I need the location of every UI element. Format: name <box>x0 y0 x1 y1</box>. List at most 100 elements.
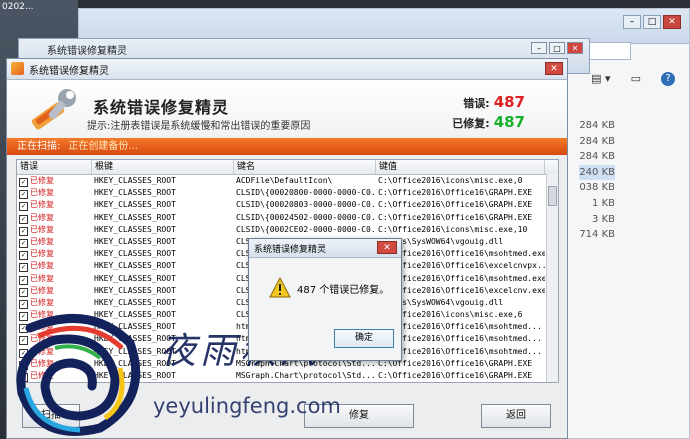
row-checkbox[interactable]: ✓ <box>19 190 28 200</box>
dialog-close-button[interactable]: ✕ <box>377 241 397 254</box>
status-cell: ✓ 已修复 <box>17 212 92 224</box>
fixed-status: 已修复 <box>30 273 54 283</box>
wrench-logo-icon <box>31 89 76 130</box>
status-cell: ✓ 已修复 <box>17 260 92 273</box>
scrollbar-thumb[interactable] <box>548 186 557 206</box>
fix-complete-dialog: 系统错误修复精灵 ✕ 487 个错误已修复。 确定 <box>248 238 402 361</box>
root-key-cell: HKEY_CLASSES_ROOT <box>94 236 176 246</box>
file-size: 240 KB <box>579 164 615 181</box>
key-name-cell: CLSID\{0002CE02-0000-0000-C0... <box>236 224 376 234</box>
fixed-status: 已修复 <box>30 200 54 210</box>
scan-value: 正在创建备份... <box>68 141 138 152</box>
back-window-title: 系统错误修复精灵 <box>47 46 127 57</box>
maximize-button[interactable]: □ <box>549 42 565 54</box>
row-checkbox[interactable]: ✓ <box>19 202 28 212</box>
table-row[interactable]: ✓ 已修复 HKEY_CLASSES_ROOT CLSID\{00024502-000… <box>17 212 558 224</box>
status-cell: ✓ 已修复 <box>17 248 92 261</box>
row-checkbox[interactable]: ✓ <box>19 251 28 261</box>
table-row[interactable]: ✓ 已修复 HKEY_CLASSES_ROOT CLSID\{00020800-000… <box>17 187 558 200</box>
key-name-cell: ACDFile\DefaultIcon\ <box>236 176 333 185</box>
table-row[interactable]: ✓ 已修复 HKEY_CLASSES_ROOT ACDFile\DefaultIcon… <box>17 175 558 187</box>
root-key-cell: HKEY_CLASSES_ROOT <box>94 176 176 185</box>
fixed-count: 487 <box>493 113 525 131</box>
key-value-cell: C:\Office2016\Office16\GRAPH.EXE <box>378 200 533 210</box>
dialog-title: 系统错误修复精灵 <box>254 245 327 255</box>
column-header-root-key[interactable]: 根键 <box>92 160 234 174</box>
file-size: 1 KB <box>592 197 615 209</box>
row-checkbox[interactable]: ✓ <box>19 178 28 187</box>
status-cell: ✓ 已修复 <box>17 224 92 236</box>
fixed-status: 已修复 <box>30 212 54 222</box>
root-key-cell: HKEY_CLASSES_ROOT <box>94 200 176 210</box>
file-size: 284 KB <box>579 120 615 131</box>
errors-stat: 错误: 487 <box>463 93 525 111</box>
row-checkbox[interactable]: ✓ <box>19 238 28 248</box>
fixed-status: 已修复 <box>30 297 54 307</box>
watermark-logo-icon <box>16 313 141 436</box>
desktop-label: 0202... <box>2 2 34 12</box>
header-banner: 系统错误修复精灵 提示:注册表错误是系统缓慢和常出错误的重要原因 错误: 487 … <box>7 80 567 138</box>
root-key-cell: HKEY_CLASSES_ROOT <box>94 285 176 295</box>
column-header-key-name[interactable]: 键名 <box>234 160 376 174</box>
fixed-stat: 已修复: 487 <box>452 113 525 131</box>
root-key-cell: HKEY_CLASSES_ROOT <box>94 249 176 259</box>
dialog-titlebar: 系统错误修复精灵 ✕ <box>249 239 401 258</box>
fixed-status: 已修复 <box>30 285 54 295</box>
main-window-title: 系统错误修复精灵 <box>29 66 109 77</box>
watermark-en: yeyulingfeng.com <box>153 394 341 418</box>
layout-icon[interactable]: ▭ <box>631 72 641 86</box>
close-button[interactable]: ✕ <box>567 42 583 54</box>
row-checkbox[interactable]: ✓ <box>19 263 28 273</box>
key-name-cell: CLSID\{00020803-0000-0000-C0... <box>236 200 376 210</box>
fixed-label: 已修复: <box>452 117 490 130</box>
file-size: 284 KB <box>579 135 615 147</box>
ok-button[interactable]: 确定 <box>334 329 394 348</box>
vertical-scrollbar[interactable] <box>546 174 558 382</box>
root-key-cell: HKEY_CLASSES_ROOT <box>94 188 176 198</box>
file-size: 714 KB <box>579 229 615 241</box>
key-value-cell: C:\Office2016\icons\misc.exe,0 <box>378 176 523 185</box>
file-size: 284 KB <box>579 151 615 163</box>
column-header-key-value[interactable]: 键值 <box>376 160 545 174</box>
close-button[interactable]: ✕ <box>663 15 681 29</box>
fixed-status: 已修复 <box>30 261 54 271</box>
help-icon[interactable]: ? <box>661 72 675 86</box>
errors-count: 487 <box>493 93 525 111</box>
back-button[interactable]: 返回 <box>481 404 551 428</box>
root-key-cell: HKEY_CLASSES_ROOT <box>94 212 176 222</box>
maximize-button[interactable]: □ <box>643 15 661 29</box>
row-checkbox[interactable]: ✓ <box>19 275 28 285</box>
row-checkbox[interactable]: ✓ <box>19 214 28 224</box>
scan-label: 正在扫描: <box>17 141 61 152</box>
file-size-column: 284 KB 284 KB 284 KB 240 KB 038 KB 1 KB … <box>579 118 615 243</box>
root-key-cell: HKEY_CLASSES_ROOT <box>94 261 176 271</box>
root-key-cell: HKEY_CLASSES_ROOT <box>94 273 176 283</box>
key-name-cell: CLSID\{00020800-0000-0000-C0... <box>236 188 376 198</box>
back-window-controls: – □ ✕ <box>531 42 583 54</box>
app-title: 系统错误修复精灵 <box>93 98 230 117</box>
minimize-button[interactable]: – <box>623 15 641 29</box>
key-value-cell: C:\Office2016\icons\misc.exe,10 <box>378 224 528 234</box>
hint-text: 提示:注册表错误是系统缓慢和常出错误的重要原因 <box>87 121 311 132</box>
fixed-status: 已修复 <box>30 224 54 234</box>
table-header: 错误 根键 键名 键值 <box>17 160 558 175</box>
fixed-status: 已修复 <box>30 249 54 259</box>
close-button[interactable]: ✕ <box>545 62 563 75</box>
fixed-status: 已修复 <box>30 236 54 246</box>
file-size: 3 KB <box>592 213 615 225</box>
column-header-error[interactable]: 错误 <box>17 160 92 174</box>
dialog-message: 487 个错误已修复。 <box>297 285 390 296</box>
fixed-status: 已修复 <box>30 176 54 185</box>
row-checkbox[interactable]: ✓ <box>19 287 28 297</box>
view-icon[interactable]: ▤ ▾ <box>591 72 610 86</box>
table-row[interactable]: ✓ 已修复 HKEY_CLASSES_ROOT CLSID\{0002CE02-000… <box>17 224 558 236</box>
main-titlebar: 系统错误修复精灵 ✕ <box>7 59 567 80</box>
row-checkbox[interactable]: ✓ <box>19 226 28 236</box>
status-cell: ✓ 已修复 <box>17 236 92 248</box>
minimize-button[interactable]: – <box>531 42 547 54</box>
table-row[interactable]: ✓ 已修复 HKEY_CLASSES_ROOT CLSID\{00020803-000… <box>17 199 558 212</box>
root-key-cell: HKEY_CLASSES_ROOT <box>94 224 176 234</box>
status-cell: ✓ 已修复 <box>17 187 92 200</box>
warning-icon <box>269 277 291 298</box>
status-cell: ✓ 已修复 <box>17 285 92 297</box>
